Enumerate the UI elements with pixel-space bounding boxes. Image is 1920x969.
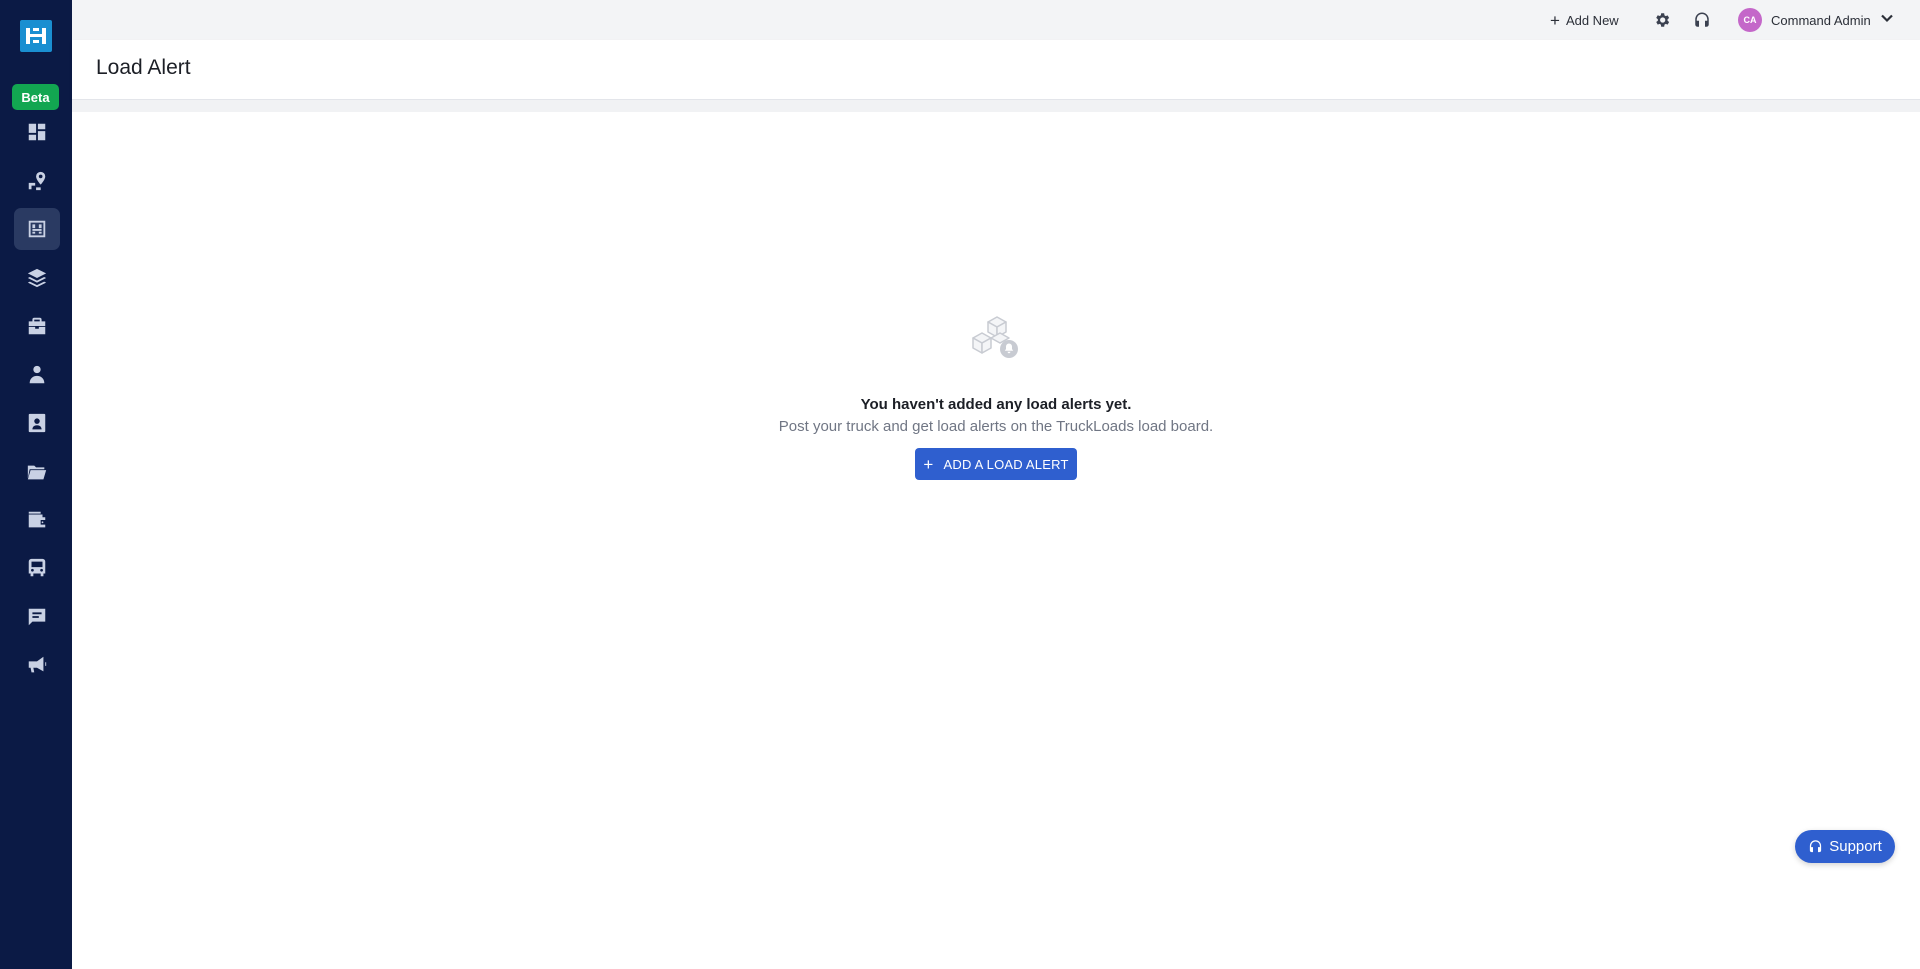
message-icon — [28, 608, 46, 626]
add-new-button[interactable]: + Add New — [1550, 0, 1619, 40]
beta-badge: Beta — [12, 84, 59, 110]
loadboard-icon — [28, 220, 46, 238]
plus-icon: + — [923, 454, 934, 474]
plus-icon: + — [1550, 10, 1560, 30]
sidebar-item-contacts[interactable] — [14, 402, 60, 444]
wallet-icon — [28, 511, 46, 528]
headset-icon — [1695, 12, 1709, 27]
sidebar-item-documents[interactable] — [14, 451, 60, 493]
sidebar-item-dashboard[interactable] — [14, 111, 60, 153]
truck-icon — [28, 558, 46, 577]
page-header: Load Alert — [72, 40, 1920, 100]
sidebar-item-messages[interactable] — [14, 596, 60, 638]
sidebar-item-announcements[interactable] — [14, 644, 60, 686]
app-logo[interactable] — [20, 20, 52, 52]
user-menu[interactable]: CA Command Admin — [1738, 0, 1894, 40]
sidebar-item-briefcase[interactable] — [14, 305, 60, 347]
driver-icon — [29, 365, 45, 384]
briefcase-icon — [28, 317, 46, 335]
contact-card-icon — [28, 413, 46, 433]
header-divider — [72, 100, 1920, 112]
help-button[interactable] — [1691, 9, 1713, 31]
page-title: Load Alert — [96, 56, 191, 79]
settings-button[interactable] — [1651, 9, 1673, 31]
sidebar-item-routes[interactable] — [14, 160, 60, 202]
route-icon — [28, 171, 46, 191]
empty-state-subtitle: Post your truck and get load alerts on t… — [778, 418, 1214, 435]
chevron-down-icon — [1880, 11, 1894, 30]
support-button[interactable]: Support — [1795, 830, 1895, 863]
sidebar-item-loadboard[interactable] — [14, 208, 60, 250]
dashboard-icon — [28, 123, 46, 141]
sidebar-item-drivers[interactable] — [14, 354, 60, 396]
add-load-alert-button[interactable]: + ADD A LOAD ALERT — [915, 448, 1077, 480]
logo-icon — [26, 28, 46, 44]
headset-icon — [1810, 840, 1822, 853]
support-label: Support — [1829, 838, 1882, 855]
add-load-alert-label: ADD A LOAD ALERT — [943, 456, 1069, 472]
sidebar: Beta — [0, 0, 72, 969]
gear-icon — [1656, 13, 1670, 27]
add-new-label: Add New — [1565, 12, 1619, 28]
user-name: Command Admin — [1771, 12, 1871, 28]
layers-icon — [27, 268, 47, 288]
empty-state-title: You haven't added any load alerts yet. — [860, 396, 1132, 413]
top-bar: + Add New CA Command Admin — [72, 0, 1920, 40]
sidebar-item-layers[interactable] — [14, 257, 60, 299]
folder-icon — [27, 465, 47, 480]
avatar: CA — [1738, 8, 1762, 32]
empty-boxes-icon — [972, 316, 1018, 358]
megaphone-icon — [28, 656, 47, 673]
sidebar-item-fleet[interactable] — [14, 547, 60, 589]
sidebar-item-wallet[interactable] — [14, 499, 60, 541]
